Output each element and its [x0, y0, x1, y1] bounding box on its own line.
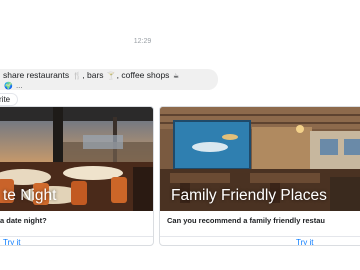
- message-part-bars: bars: [87, 70, 104, 80]
- cocktail-icon: 🍸: [106, 73, 116, 80]
- suggestion-chip[interactable]: rite: [0, 93, 18, 106]
- try-it-button[interactable]: Try it: [3, 238, 20, 245]
- message-ellipsis: ...: [15, 81, 23, 90]
- card-overlay-title: te Night: [3, 187, 57, 204]
- card-question: Can you recommend a family friendly rest…: [160, 211, 360, 236]
- card-overlay-title: Family Friendly Places: [171, 187, 327, 204]
- prompt-card-date-night[interactable]: te Night a date night? Try it: [0, 106, 154, 246]
- message-timestamp: 12:29: [133, 38, 152, 45]
- prompt-card-family-friendly[interactable]: Family Friendly Places Can you recommend…: [159, 106, 360, 246]
- cutlery-icon: 🍴: [72, 73, 82, 80]
- try-it-button[interactable]: Try it: [296, 238, 313, 245]
- suggestion-chip-label: rite: [0, 95, 11, 104]
- message-part-restaurants: share restaurants: [3, 70, 70, 80]
- card-question: a date night?: [0, 211, 153, 236]
- message-line-2: 🌍 ...: [3, 81, 23, 91]
- card-divider: [160, 236, 360, 237]
- message-part-coffee: coffee shops: [121, 70, 170, 80]
- globe-icon: 🌍: [4, 83, 13, 90]
- coffee-icon: ☕: [172, 73, 180, 80]
- card-divider: [0, 236, 153, 237]
- message-line-1: share restaurants 🍴, bars 🍸, coffee shop…: [3, 70, 180, 80]
